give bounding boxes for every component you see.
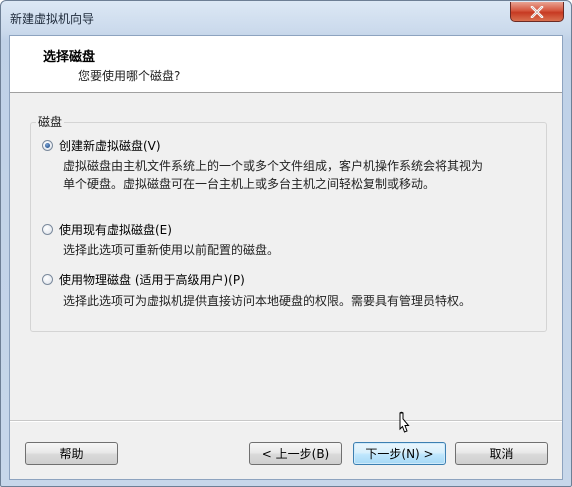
option-create-new-disk-label: 创建新虚拟磁盘(V) xyxy=(59,139,161,153)
radio-existing-disk[interactable] xyxy=(42,224,53,235)
option-existing-disk-description: 选择此选项可重新使用以前配置的磁盘。 xyxy=(63,241,279,259)
next-button[interactable]: 下一步(N) > xyxy=(353,442,446,465)
option-create-new-disk-description: 虚拟磁盘由主机文件系统上的一个或多个文件组成，客户机操作系统会将其视为 单个硬盘… xyxy=(63,157,483,193)
page-subtitle: 您要使用哪个磁盘? xyxy=(78,69,181,83)
wizard-header: 选择磁盘 您要使用哪个磁盘? xyxy=(10,36,562,93)
option-physical-disk-label: 使用物理磁盘 (适用于高级用户)(P) xyxy=(59,273,245,287)
description-line: 虚拟磁盘由主机文件系统上的一个或多个文件组成，客户机操作系统会将其视为 xyxy=(63,159,484,173)
title-bar[interactable]: 新建虚拟机向导 xyxy=(1,1,571,35)
close-button[interactable] xyxy=(510,2,564,22)
mouse-pointer-icon xyxy=(399,411,410,433)
description-line: 选择此选项可为虚拟机提供直接访问本地硬盘的权限。需要具有管理员特权。 xyxy=(63,294,472,308)
page-title: 选择磁盘 xyxy=(43,50,96,65)
option-physical-disk-description: 选择此选项可为虚拟机提供直接访问本地硬盘的权限。需要具有管理员特权。 xyxy=(63,292,471,310)
radio-physical-disk[interactable] xyxy=(42,274,53,285)
radio-create-new-disk[interactable] xyxy=(42,140,53,151)
disk-group-label: 磁盘 xyxy=(36,113,65,130)
dialog-body: 选择磁盘 您要使用哪个磁盘? 磁盘 创建新虚拟磁盘(V) 虚拟磁盘由主机文件系统… xyxy=(9,35,563,480)
help-button[interactable]: 帮助 xyxy=(25,442,118,465)
description-line: 选择此选项可重新使用以前配置的磁盘。 xyxy=(63,243,280,257)
option-create-new-disk[interactable]: 创建新虚拟磁盘(V) xyxy=(42,137,161,154)
option-existing-disk[interactable]: 使用现有虚拟磁盘(E) xyxy=(42,221,172,238)
option-existing-disk-label: 使用现有虚拟磁盘(E) xyxy=(59,223,172,237)
close-icon xyxy=(530,5,544,18)
description-line: 单个硬盘。虚拟磁盘可在一台主机上或多台主机之间轻松复制或移动。 xyxy=(63,177,436,191)
wizard-window: 新建虚拟机向导 选择磁盘 您要使用哪个磁盘? 磁盘 创建新虚拟磁盘(V) 虚拟磁… xyxy=(0,0,572,487)
window-title: 新建虚拟机向导 xyxy=(10,12,95,26)
footer-divider-highlight xyxy=(10,421,562,422)
option-physical-disk[interactable]: 使用物理磁盘 (适用于高级用户)(P) xyxy=(42,271,245,288)
cancel-button[interactable]: 取消 xyxy=(455,442,548,465)
back-button[interactable]: < 上一步(B) xyxy=(249,442,342,465)
